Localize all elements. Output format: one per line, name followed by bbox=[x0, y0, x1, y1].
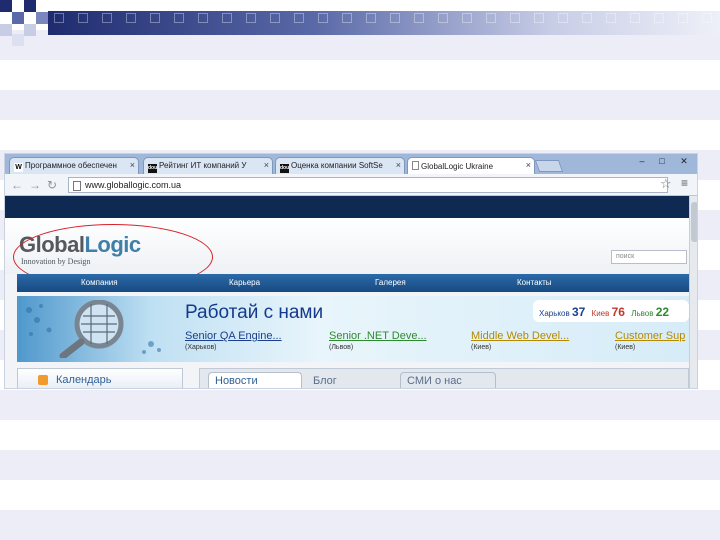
address-text: www.globallogic.com.ua bbox=[85, 180, 182, 190]
job-link[interactable]: Middle Web Devel... bbox=[471, 330, 569, 342]
title-bar-cell bbox=[702, 13, 712, 23]
rss-icon bbox=[38, 375, 48, 385]
menu-item-company[interactable]: Компания bbox=[81, 278, 118, 287]
menu-item-career[interactable]: Карьера bbox=[229, 278, 260, 287]
browser-tab-rating[interactable]: dou Рейтинг ИТ компаний У × bbox=[143, 157, 273, 174]
back-icon[interactable]: ← bbox=[11, 178, 23, 192]
tab-label: GlobalLogic Ukraine bbox=[421, 162, 494, 171]
minimize-icon[interactable]: – bbox=[635, 156, 649, 167]
close-icon[interactable]: × bbox=[264, 160, 269, 170]
page-icon bbox=[73, 181, 81, 191]
web-page: GlobalLogic Innovation by Design поиск К… bbox=[5, 196, 689, 388]
title-bar-cell bbox=[414, 13, 424, 23]
counter-value: 37 bbox=[571, 305, 586, 319]
counter-value: 22 bbox=[655, 305, 670, 319]
job-city: (Харьков) bbox=[185, 344, 217, 351]
title-bar-cell bbox=[534, 13, 544, 23]
browser-tab-globallogic[interactable]: GlobalLogic Ukraine × bbox=[407, 157, 535, 174]
title-bar-cell bbox=[486, 13, 496, 23]
new-tab-button[interactable] bbox=[534, 160, 564, 172]
job-city: (Киев) bbox=[471, 344, 492, 351]
tab-blog[interactable]: Блог bbox=[306, 372, 394, 388]
title-bar-cell bbox=[510, 13, 520, 23]
counter-city: Харьков bbox=[539, 309, 570, 318]
title-bar-cell bbox=[462, 13, 472, 23]
menu-item-gallery[interactable]: Галерея bbox=[375, 278, 406, 287]
close-icon[interactable]: × bbox=[526, 160, 531, 170]
counter-value: 76 bbox=[611, 305, 625, 319]
title-bar-cell bbox=[78, 13, 88, 23]
dou-icon: dou bbox=[280, 164, 290, 173]
browser-toolbar: ← → ↻ www.globallogic.com.ua ☆ ≡ bbox=[5, 174, 697, 196]
scrollbar-thumb[interactable] bbox=[691, 202, 697, 242]
scrollbar[interactable] bbox=[689, 196, 697, 388]
title-bar-cell bbox=[294, 13, 304, 23]
title-bar-cell bbox=[318, 13, 328, 23]
calendar-label: Календарь bbox=[56, 374, 112, 386]
tab-media[interactable]: СМИ о нас bbox=[400, 372, 496, 388]
title-bar-cell bbox=[174, 13, 184, 23]
career-banner[interactable]: Работай с нами Харьков 37 Киев 76 Львов … bbox=[17, 296, 689, 362]
title-bar-cell bbox=[582, 13, 592, 23]
title-bar-cell bbox=[558, 13, 568, 23]
site-menu: Компания Карьера Галерея Контакты bbox=[17, 274, 689, 292]
reload-icon[interactable]: ↻ bbox=[47, 178, 57, 192]
page-icon bbox=[412, 161, 419, 170]
magnifier-graphic bbox=[26, 300, 161, 358]
maximize-icon[interactable]: □ bbox=[655, 156, 669, 167]
site-header: GlobalLogic Innovation by Design поиск bbox=[5, 218, 689, 290]
title-bar-cell bbox=[270, 13, 280, 23]
vacancy-counter: Харьков 37 Киев 76 Львов 22 bbox=[533, 300, 689, 322]
tab-label: Рейтинг ИТ компаний У bbox=[159, 161, 247, 170]
address-bar[interactable]: www.globallogic.com.ua bbox=[68, 177, 668, 193]
menu-item-contacts[interactable]: Контакты bbox=[517, 278, 552, 287]
tab-label: Оценка компании SoftSe bbox=[291, 161, 383, 170]
title-bar-cell bbox=[222, 13, 232, 23]
wikipedia-icon: W bbox=[14, 163, 23, 172]
browser-tab-softserve[interactable]: dou Оценка компании SoftSe × bbox=[275, 157, 405, 174]
bookmark-star-icon[interactable]: ☆ bbox=[660, 176, 672, 192]
title-bar-cell bbox=[102, 13, 112, 23]
title-bar-cell bbox=[654, 13, 664, 23]
search-input[interactable]: поиск bbox=[611, 250, 687, 264]
settings-wrench-icon[interactable]: ≡ bbox=[681, 176, 688, 190]
content-tabs: Новости Блог СМИ о нас bbox=[199, 368, 689, 388]
title-bar-cell bbox=[678, 13, 688, 23]
close-icon[interactable]: × bbox=[130, 160, 135, 170]
job-city: (Львов) bbox=[329, 344, 354, 351]
title-bar-cell bbox=[438, 13, 448, 23]
title-bar-cell bbox=[630, 13, 640, 23]
job-city: (Киев) bbox=[615, 344, 636, 351]
calendar-panel[interactable]: Календарь bbox=[17, 368, 183, 388]
window-close-icon[interactable]: ✕ bbox=[677, 156, 691, 167]
title-bar-cell bbox=[150, 13, 160, 23]
title-bar-cell bbox=[342, 13, 352, 23]
counter-city: Львов bbox=[631, 309, 654, 318]
site-top-bar bbox=[5, 196, 689, 218]
job-link[interactable]: Senior .NET Deve... bbox=[329, 330, 427, 342]
browser-screenshot: W Программное обеспечен × dou Рейтинг ИТ к… bbox=[4, 153, 698, 389]
title-bar-cell bbox=[390, 13, 400, 23]
dou-icon: dou bbox=[148, 164, 158, 173]
counter-city: Киев bbox=[591, 309, 610, 318]
banner-title: Работай с нами bbox=[185, 302, 324, 323]
title-bar-cell bbox=[198, 13, 208, 23]
job-link[interactable]: Customer Sup bbox=[615, 330, 685, 342]
title-bar-cell bbox=[366, 13, 376, 23]
forward-icon[interactable]: → bbox=[29, 178, 41, 192]
browser-tab-strip: W Программное обеспечен × dou Рейтинг ИТ к… bbox=[5, 154, 697, 174]
title-bar-cell bbox=[246, 13, 256, 23]
slide-title-bar bbox=[48, 11, 720, 35]
close-icon[interactable]: × bbox=[396, 160, 401, 170]
title-bar-cell bbox=[606, 13, 616, 23]
tab-news[interactable]: Новости bbox=[208, 372, 302, 388]
tab-label: Программное обеспечен bbox=[25, 161, 117, 170]
title-bar-cell bbox=[54, 13, 64, 23]
job-link[interactable]: Senior QA Engine... bbox=[185, 330, 282, 342]
title-bar-cell bbox=[126, 13, 136, 23]
browser-tab-wikipedia[interactable]: W Программное обеспечен × bbox=[9, 157, 139, 174]
